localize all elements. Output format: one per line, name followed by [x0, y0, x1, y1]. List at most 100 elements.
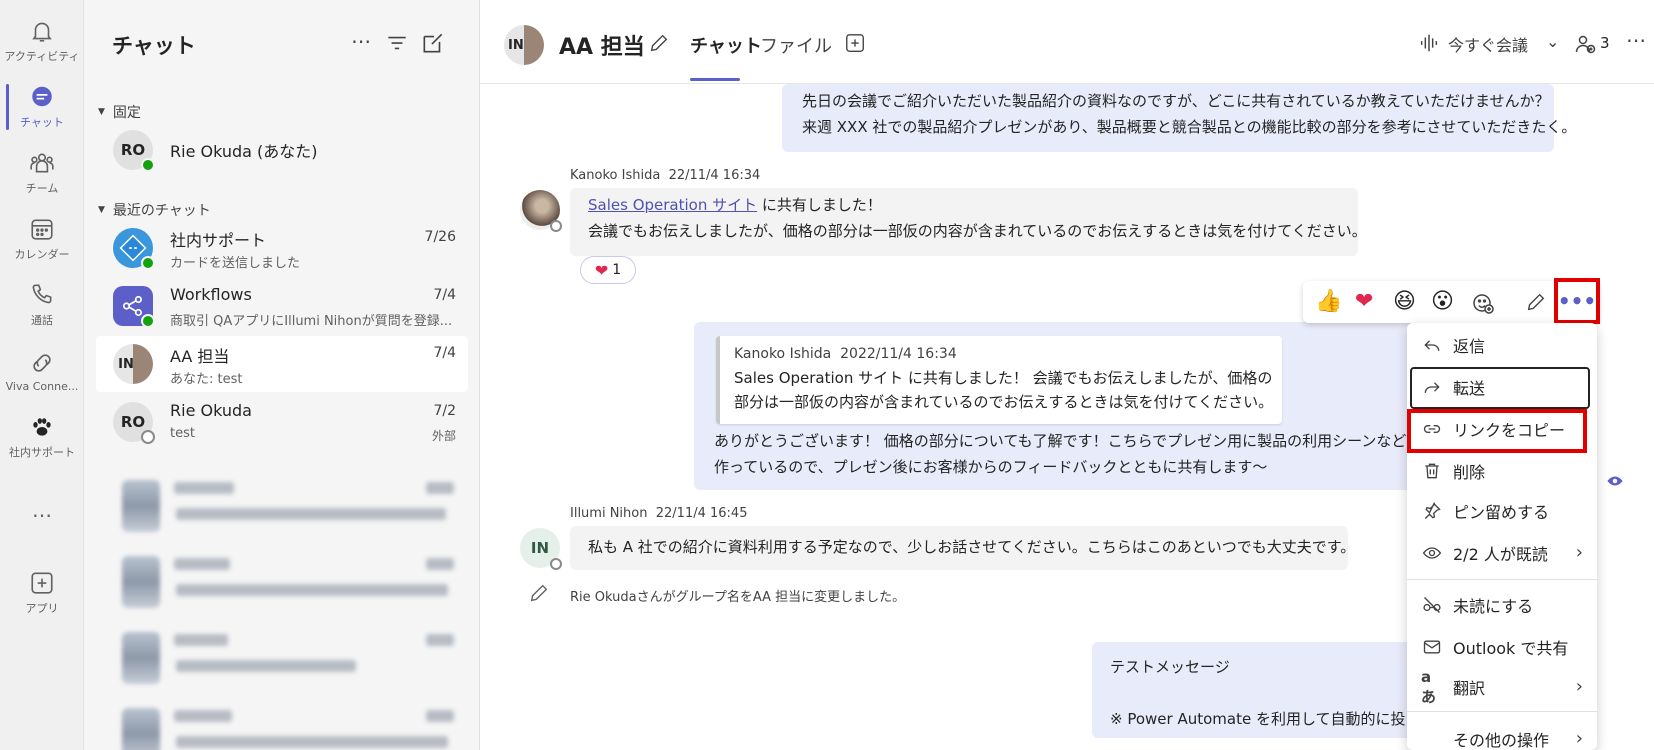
rail-label: チャット — [20, 116, 64, 129]
message-time: 22/11/4 16:45 — [655, 506, 748, 521]
chat-date: 7/4 — [433, 287, 456, 303]
filter-icon[interactable] — [384, 30, 410, 56]
status-offline-icon — [141, 430, 155, 444]
avatar-kanoko[interactable] — [520, 190, 562, 232]
chat-name: AA 担当 — [170, 347, 230, 366]
menu-label: 返信 — [1453, 337, 1486, 356]
menu-item-share-outlook[interactable]: Outlook で共有 — [1407, 627, 1597, 667]
avatar — [113, 228, 155, 270]
chevron-down-icon[interactable]: ⌄ — [1546, 32, 1559, 51]
more-icon: ••• — [1557, 289, 1597, 313]
heart-reaction[interactable]: ❤ 1 — [580, 256, 636, 284]
pinned-section-toggle[interactable]: ▼ 固定 — [98, 102, 141, 122]
menu-item-mark-unread[interactable]: 未読にする — [1407, 585, 1597, 625]
menu-divider — [1407, 711, 1597, 712]
avatar-illumi[interactable]: IN — [520, 528, 562, 570]
menu-item-translate[interactable]: aあ 翻訳 › — [1407, 667, 1597, 707]
new-chat-icon[interactable] — [420, 30, 446, 56]
tab-files[interactable]: ファイル — [760, 32, 832, 58]
message-line: Sales Operation サイト に共有しました！ — [588, 192, 1340, 218]
message-bubble[interactable]: Sales Operation サイト に共有しました！ 会議でもお伝えしました… — [570, 188, 1367, 256]
status-available-icon — [141, 314, 155, 328]
redacted-text — [426, 482, 454, 494]
rail-apps[interactable]: アプリ — [0, 560, 84, 626]
conversation-header: IN AA 担当 チャット ファイル 今すぐ会議 ⌄ 3 ⋯ — [480, 0, 1654, 84]
menu-item-pin[interactable]: ピン留めする — [1407, 491, 1597, 531]
app-rail: アクティビティ チャット チーム カレンダー 通話 Viva Conne... … — [0, 0, 84, 750]
surprised-icon[interactable]: 😮 — [1431, 289, 1454, 315]
participants-icon[interactable] — [1574, 32, 1598, 56]
redacted-chat-item[interactable] — [96, 700, 468, 750]
menu-item-reply[interactable]: 返信 — [1407, 325, 1597, 365]
menu-label: 翻訳 — [1453, 679, 1486, 698]
avatar-initials: RO — [120, 413, 146, 431]
redacted-avatar — [122, 632, 160, 684]
chat-item-support[interactable]: 社内サポート カードを送信しました 7/26 — [96, 220, 468, 276]
edit-name-icon[interactable] — [648, 32, 670, 54]
redacted-chat-item[interactable] — [96, 624, 468, 688]
message-text: 先日の会議でご紹介いただいた製品紹介の資料なのですが、どこに共有されているか教え… — [802, 92, 1550, 110]
chat-list-pane: チャット ⋯ ▼ 固定 RO Rie Okuda (あなた) ▼ 最近のチャット… — [84, 0, 480, 750]
message-text: 作っているので、プレゼン後にお客様からのフィードバックとともに共有します～ — [714, 458, 1268, 476]
menu-label: その他の操作 — [1453, 731, 1550, 750]
quoted-message[interactable]: Kanoko Ishida 2022/11/4 16:34 Sales Oper… — [716, 336, 1282, 424]
more-options-icon[interactable]: ⋯ — [348, 30, 374, 56]
message-meta: Kanoko Ishida 22/11/4 16:34 — [570, 168, 760, 183]
quote-text: 部分は一部仮の内容が含まれているのでお伝えするときは気を付けてください。 — [734, 393, 1274, 411]
rail-label: アクティビティ — [4, 50, 80, 63]
avatar — [113, 286, 155, 328]
chat-item-rie-self[interactable]: RO Rie Okuda (あなた) — [96, 122, 468, 178]
message-bubble[interactable]: 先日の会議でご紹介いただいた製品紹介の資料なのですが、どこに共有されているか教え… — [782, 84, 1576, 152]
chat-item-aa-tantou[interactable]: IN AA 担当 あなた: test 7/4 — [96, 336, 468, 392]
redacted-avatar — [122, 556, 160, 608]
add-tab-icon[interactable] — [844, 32, 866, 54]
heart-icon[interactable]: ❤ — [1355, 289, 1373, 315]
menu-item-delete[interactable]: 削除 — [1407, 451, 1597, 491]
caret-down-icon: ▼ — [98, 205, 105, 215]
chat-name: Rie Okuda — [170, 401, 252, 420]
rail-activity[interactable]: アクティビティ — [0, 8, 84, 74]
rail-support[interactable]: 社内サポート — [0, 404, 84, 470]
status-offline-icon — [550, 220, 562, 232]
add-reaction-icon[interactable] — [1471, 291, 1495, 315]
active-tab-indicator — [690, 78, 740, 81]
rail-viva[interactable]: Viva Conne... — [0, 338, 84, 404]
thumbs-up-icon[interactable]: 👍 — [1315, 289, 1342, 315]
avatar-initials: IN — [118, 356, 134, 372]
status-offline-icon — [550, 558, 562, 570]
group-avatar: IN — [504, 25, 544, 65]
chat-item-rie-okuda[interactable]: RO Rie Okuda test 7/2 外部 — [96, 394, 468, 450]
redacted-avatar — [122, 708, 160, 750]
tab-chat[interactable]: チャット — [690, 32, 762, 58]
more-options-icon[interactable]: ⋯ — [1626, 28, 1646, 52]
menu-item-read-receipts[interactable]: 2/2 人が既読 › — [1407, 533, 1597, 573]
rail-calendar[interactable]: カレンダー — [0, 206, 84, 272]
redacted-chat-item[interactable] — [96, 472, 468, 536]
edit-icon[interactable] — [1525, 291, 1547, 313]
bell-icon — [32, 22, 52, 42]
rail-label: カレンダー — [14, 248, 70, 261]
recent-section-toggle[interactable]: ▼ 最近のチャット — [98, 200, 211, 220]
menu-item-more-actions[interactable]: その他の操作 › — [1407, 719, 1597, 750]
sales-operation-link[interactable]: Sales Operation サイト — [588, 196, 757, 214]
chat-list-header: チャット ⋯ — [84, 0, 480, 88]
eye-icon — [1421, 542, 1443, 564]
rail-chat[interactable]: チャット — [0, 74, 84, 140]
meet-now-button[interactable]: 今すぐ会議 — [1448, 32, 1528, 56]
menu-label: 未読にする — [1453, 597, 1534, 616]
rail-label: Viva Conne... — [5, 379, 79, 393]
laugh-icon[interactable]: 😆 — [1393, 289, 1416, 315]
avatar-initials: RO — [120, 141, 146, 159]
redacted-text — [426, 634, 454, 646]
chat-preview: カードを送信しました — [170, 256, 301, 271]
redacted-chat-item[interactable] — [96, 548, 468, 612]
rail-teams[interactable]: チーム — [0, 140, 84, 206]
rail-more[interactable]: … — [0, 490, 84, 530]
rail-calls[interactable]: 通話 — [0, 272, 84, 338]
more-options-button[interactable]: ••• — [1554, 278, 1600, 324]
message-bubble[interactable]: 私も A 社での紹介に資料利用する予定なので、少しお話させてください。こちらはこ… — [570, 526, 1355, 570]
message-time: 22/11/4 16:34 — [668, 168, 761, 183]
chat-item-workflows[interactable]: Workflows 商取引 QAアプリにIllumi Nihonが質問を登録..… — [96, 278, 468, 334]
calendar-icon — [31, 219, 53, 240]
chat-name: Workflows — [170, 285, 252, 304]
